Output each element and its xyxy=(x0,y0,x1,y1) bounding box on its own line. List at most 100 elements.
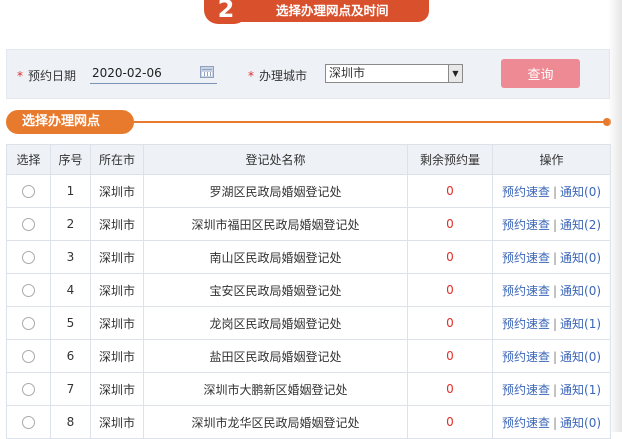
row-index: 1 xyxy=(50,174,91,208)
select-radio[interactable] xyxy=(22,185,35,198)
row-city: 深圳市 xyxy=(90,273,144,307)
row-actions: 预约速查 | 通知(0) xyxy=(492,174,611,208)
row-actions: 预约速查 | 通知(2) xyxy=(492,207,611,241)
select-radio[interactable] xyxy=(22,350,35,363)
row-remaining: 0 xyxy=(407,273,493,307)
calendar-icon[interactable] xyxy=(200,66,214,78)
row-city: 深圳市 xyxy=(90,339,144,373)
section-title: 选择办理网点 xyxy=(6,110,134,134)
notice-link[interactable]: 通知(0) xyxy=(560,251,601,265)
row-office-name: 龙岗区民政局婚姻登记处 xyxy=(143,306,408,340)
action-separator: | xyxy=(552,382,558,397)
booking-lookup-link[interactable]: 预约速查 xyxy=(502,251,550,265)
row-remaining: 0 xyxy=(407,174,493,208)
row-remaining: 0 xyxy=(407,405,493,439)
notice-link[interactable]: 通知(0) xyxy=(560,350,601,364)
header-remaining: 剩余预约量 xyxy=(407,144,493,175)
select-cell xyxy=(6,372,51,406)
row-index: 8 xyxy=(50,405,91,439)
row-remaining: 0 xyxy=(407,372,493,406)
date-label: * 预约日期 xyxy=(17,69,77,83)
select-radio[interactable] xyxy=(22,416,35,429)
row-office-name: 罗湖区民政局婚姻登记处 xyxy=(143,174,408,208)
notice-link[interactable]: 通知(1) xyxy=(560,317,601,331)
select-cell xyxy=(6,273,51,307)
row-index: 2 xyxy=(50,207,91,241)
step-title: 选择办理网点及时间 xyxy=(276,3,389,18)
row-office-name: 宝安区民政局婚姻登记处 xyxy=(143,273,408,307)
select-cell xyxy=(6,405,51,439)
row-city: 深圳市 xyxy=(90,207,144,241)
city-select[interactable]: 深圳市 ▼ xyxy=(325,64,463,83)
query-button[interactable]: 查询 xyxy=(501,59,580,88)
header-index: 序号 xyxy=(50,144,91,175)
action-separator: | xyxy=(552,316,558,331)
table-row: 8 深圳市 深圳市龙华区民政局婚姻登记处 0 预约速查 | 通知(0) xyxy=(6,405,611,439)
city-label: * 办理城市 xyxy=(248,69,308,83)
notice-link[interactable]: 通知(1) xyxy=(560,383,601,397)
select-radio[interactable] xyxy=(22,251,35,264)
select-cell xyxy=(6,240,51,274)
row-actions: 预约速查 | 通知(0) xyxy=(492,339,611,373)
row-index: 3 xyxy=(50,240,91,274)
action-separator: | xyxy=(552,217,558,232)
query-bar: *预约日期 *办理城市 深圳市 ▼ 查询 xyxy=(6,49,610,99)
booking-lookup-link[interactable]: 预约速查 xyxy=(502,383,550,397)
row-office-name: 盐田区民政局婚姻登记处 xyxy=(143,339,408,373)
row-index: 7 xyxy=(50,372,91,406)
select-cell xyxy=(6,207,51,241)
row-remaining: 0 xyxy=(407,207,493,241)
header-actions: 操作 xyxy=(492,144,611,175)
row-actions: 预约速查 | 通知(0) xyxy=(492,273,611,307)
city-label-text: 办理城市 xyxy=(259,69,308,83)
table-row: 7 深圳市 深圳市大鹏新区婚姻登记处 0 预约速查 | 通知(1) xyxy=(6,372,611,406)
row-actions: 预约速查 | 通知(0) xyxy=(492,405,611,439)
select-radio[interactable] xyxy=(22,383,35,396)
notice-link[interactable]: 通知(0) xyxy=(560,185,601,199)
row-actions: 预约速查 | 通知(1) xyxy=(492,306,611,340)
step-banner: 选择办理网点及时间 2 xyxy=(204,0,429,24)
booking-lookup-link[interactable]: 预约速查 xyxy=(502,350,550,364)
row-actions: 预约速查 | 通知(0) xyxy=(492,240,611,274)
row-city: 深圳市 xyxy=(90,372,144,406)
table-row: 1 深圳市 罗湖区民政局婚姻登记处 0 预约速查 | 通知(0) xyxy=(6,174,611,208)
booking-lookup-link[interactable]: 预约速查 xyxy=(502,317,550,331)
row-office-name: 深圳市大鹏新区婚姻登记处 xyxy=(143,372,408,406)
row-office-name: 深圳市福田区民政局婚姻登记处 xyxy=(143,207,408,241)
table-header-row: 选择 序号 所在市 登记处名称 剩余预约量 操作 xyxy=(6,144,611,175)
booking-lookup-link[interactable]: 预约速查 xyxy=(502,218,550,232)
office-table: 选择 序号 所在市 登记处名称 剩余预约量 操作 1 深圳市 罗湖区民政局婚姻登记处… xyxy=(6,144,611,439)
action-separator: | xyxy=(552,250,558,265)
date-label-text: 预约日期 xyxy=(28,69,77,83)
action-separator: | xyxy=(552,283,558,298)
notice-link[interactable]: 通知(2) xyxy=(560,218,601,232)
header-select: 选择 xyxy=(6,144,51,175)
header-city: 所在市 xyxy=(90,144,144,175)
select-cell xyxy=(6,339,51,373)
booking-lookup-link[interactable]: 预约速查 xyxy=(502,416,550,430)
row-city: 深圳市 xyxy=(90,240,144,274)
select-radio[interactable] xyxy=(22,284,35,297)
table-row: 5 深圳市 龙岗区民政局婚姻登记处 0 预约速查 | 通知(1) xyxy=(6,306,611,340)
notice-link[interactable]: 通知(0) xyxy=(560,416,601,430)
notice-link[interactable]: 通知(0) xyxy=(560,284,601,298)
row-office-name: 南山区民政局婚姻登记处 xyxy=(143,240,408,274)
row-index: 5 xyxy=(50,306,91,340)
step-number: 2 xyxy=(204,0,248,24)
row-remaining: 0 xyxy=(407,240,493,274)
row-office-name: 深圳市龙华区民政局婚姻登记处 xyxy=(143,405,408,439)
right-edge-shadow xyxy=(608,0,622,432)
action-separator: | xyxy=(552,349,558,364)
date-input[interactable] xyxy=(90,63,217,84)
chevron-down-icon[interactable]: ▼ xyxy=(448,65,462,82)
row-city: 深圳市 xyxy=(90,306,144,340)
city-select-value: 深圳市 xyxy=(329,66,366,80)
row-remaining: 0 xyxy=(407,306,493,340)
table-row: 2 深圳市 深圳市福田区民政局婚姻登记处 0 预约速查 | 通知(2) xyxy=(6,207,611,241)
select-radio[interactable] xyxy=(22,317,35,330)
booking-lookup-link[interactable]: 预约速查 xyxy=(502,185,550,199)
booking-lookup-link[interactable]: 预约速查 xyxy=(502,284,550,298)
row-remaining: 0 xyxy=(407,339,493,373)
select-radio[interactable] xyxy=(22,218,35,231)
select-cell xyxy=(6,174,51,208)
